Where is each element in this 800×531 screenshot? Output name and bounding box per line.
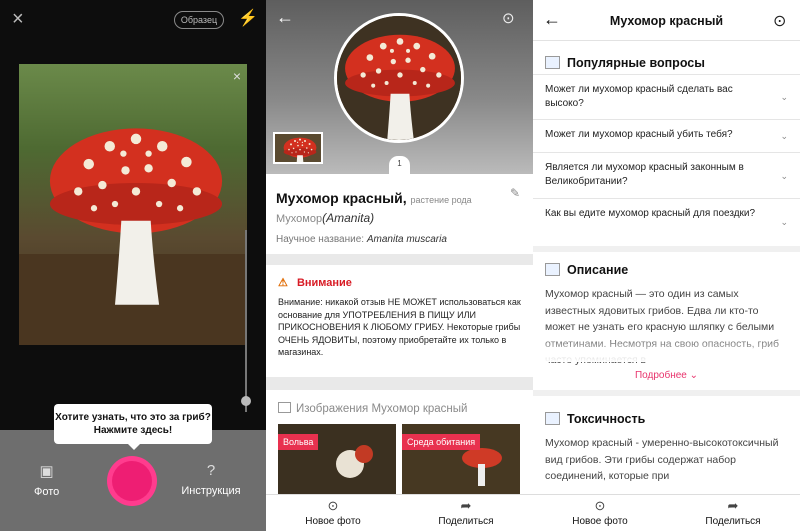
- camera-preview: ×: [19, 64, 247, 345]
- shutter-inner: [112, 461, 152, 501]
- sample-button[interactable]: Образец: [174, 11, 224, 29]
- sci-value: Amanita muscaria: [366, 234, 447, 245]
- chevron-down-icon: ⌄: [780, 217, 788, 227]
- share-button[interactable]: ➦ Поделиться: [421, 498, 511, 527]
- zoom-slider[interactable]: [245, 230, 247, 412]
- camera-icon[interactable]: ⊙: [773, 11, 786, 31]
- new-photo-label: Новое фото: [572, 516, 628, 527]
- scientific-name: Научное название: Amanita muscaria: [276, 234, 447, 245]
- warning-title-text: Внимание: [296, 277, 352, 289]
- chevron-down-icon: ⌄: [780, 92, 788, 102]
- toxicity-text: Мухомор красный - умеренно-высокотоксичн…: [545, 437, 779, 482]
- description-title: Описание: [567, 263, 629, 277]
- text-fade: [533, 334, 800, 362]
- share-icon: ➦: [727, 498, 739, 513]
- new-photo-button[interactable]: ⊙ Новое фото: [555, 498, 645, 527]
- image-icon: [278, 402, 291, 413]
- photo-close-icon[interactable]: ×: [233, 68, 241, 84]
- gallery-icon: ▣: [39, 463, 54, 480]
- page-indicator: 1: [389, 156, 410, 174]
- name-suffix: растение рода: [410, 195, 472, 205]
- warning-text: Внимание: никакой отзыв НЕ МОЖЕТ использ…: [278, 297, 521, 358]
- faq-question[interactable]: Может ли мухомор красный сделать вас выс…: [533, 74, 800, 119]
- camera-icon[interactable]: ⊙: [502, 9, 515, 27]
- camera-icon: ⊙: [594, 498, 606, 513]
- question-text: Может ли мухомор красный убить тебя?: [545, 129, 733, 140]
- photo-label: Фото: [34, 486, 60, 498]
- toxicity-title: Токсичность: [567, 412, 646, 426]
- mushroom-name: Мухомор красный, растение рода: [276, 190, 472, 206]
- tooltip-tail: [127, 443, 141, 450]
- share-label: Поделиться: [705, 516, 761, 527]
- tooltip[interactable]: Хотите узнать, что это за гриб? Нажмите …: [54, 404, 212, 444]
- faq-question[interactable]: Как вы едите мухомор красный для поездки…: [533, 198, 800, 245]
- new-photo-button[interactable]: ⊙ Новое фото: [288, 498, 378, 527]
- question-text: Является ли мухомор красный законным в В…: [545, 162, 744, 187]
- image-card-volva[interactable]: Вольва: [278, 424, 396, 494]
- genus-lat: (Amanita): [322, 211, 375, 225]
- image-tag: Среда обитания: [402, 434, 481, 450]
- faq-question[interactable]: Является ли мухомор красный законным в В…: [533, 152, 800, 198]
- section-image-icon: [545, 412, 560, 425]
- more-link[interactable]: Подробнее ⌄: [533, 370, 800, 381]
- flash-icon[interactable]: ⚡: [238, 8, 258, 28]
- mushroom-image: [19, 128, 247, 345]
- common-name: Мухомор красный: [276, 190, 403, 206]
- faq-heading: Популярные вопросы: [545, 56, 705, 70]
- warning-title: ⚠ Внимание: [278, 276, 352, 289]
- faq-question[interactable]: Может ли мухомор красный убить тебя? ⌄: [533, 119, 800, 152]
- result-screen: ← ⊙ 1 Мухомор красный, растение рода ✎ М…: [266, 0, 533, 531]
- help-icon: ?: [206, 462, 216, 479]
- warning-icon: ⚠: [278, 277, 288, 289]
- image-tag: Вольва: [278, 434, 319, 450]
- camera-icon: ⊙: [327, 498, 339, 513]
- chevron-down-icon: ⌄: [780, 170, 788, 181]
- edit-icon[interactable]: ✎: [510, 186, 520, 200]
- zoom-slider-handle[interactable]: [241, 396, 251, 406]
- faq-title: Популярные вопросы: [567, 56, 705, 70]
- section-divider: [533, 390, 800, 396]
- close-icon[interactable]: ×: [12, 8, 24, 31]
- images-title-text: Изображения Мухомор красный: [296, 403, 468, 415]
- image-card-habitat[interactable]: Среда обитания: [402, 424, 520, 494]
- section-divider: [533, 246, 800, 252]
- photo-thumbnail[interactable]: [273, 132, 323, 164]
- description-heading: Описание: [545, 263, 628, 277]
- chevron-down-icon: ⌄: [780, 131, 788, 141]
- instructions-button[interactable]: ? Инструкция: [176, 462, 246, 497]
- photo-gallery-button[interactable]: ▣ Фото: [34, 462, 59, 498]
- question-text: Как вы едите мухомор красный для поездки…: [545, 208, 756, 219]
- new-photo-label: Новое фото: [305, 516, 361, 527]
- share-button[interactable]: ➦ Поделиться: [688, 498, 778, 527]
- sci-label: Научное название:: [276, 234, 365, 245]
- section-image-icon: [545, 263, 560, 276]
- back-arrow-icon[interactable]: ←: [543, 9, 561, 30]
- genus-ru: Мухомор: [276, 213, 323, 225]
- back-arrow-icon[interactable]: ←: [276, 7, 294, 28]
- toxicity-heading: Токсичность: [545, 412, 645, 426]
- main-photo: [334, 13, 464, 143]
- question-text: Может ли мухомор красный сделать вас выс…: [545, 84, 733, 109]
- share-label: Поделиться: [438, 516, 494, 527]
- details-screen: Мухомор красный ← ⊙ Популярные вопросы М…: [533, 0, 800, 531]
- camera-screen: × Образец ⚡ × Хотите узнать, что это за …: [0, 0, 266, 531]
- genus: Мухомор(Amanita): [276, 211, 374, 225]
- section-image-icon: [545, 56, 560, 69]
- images-title: Изображения Мухомор красный: [278, 402, 467, 415]
- share-icon: ➦: [460, 498, 472, 513]
- page-title: Мухомор красный: [609, 14, 724, 28]
- instructions-label: Инструкция: [181, 485, 241, 497]
